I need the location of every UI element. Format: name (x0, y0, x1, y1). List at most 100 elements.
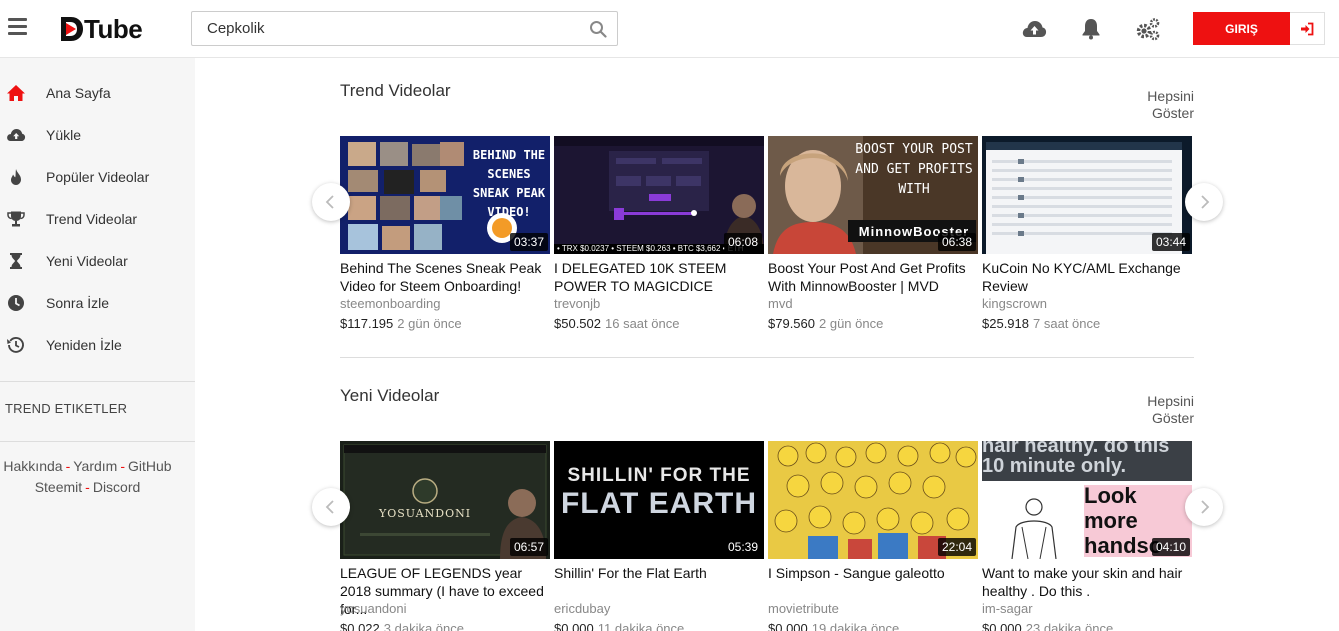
about-link[interactable]: Hakkında (3, 458, 62, 474)
video-thumbnail[interactable]: YOSUANDONI 06:57 (340, 441, 550, 559)
sidebar-item-label: Yeniden İzle (46, 337, 122, 353)
video-duration: 04:10 (1151, 538, 1190, 556)
steemit-link[interactable]: Steemit (35, 479, 82, 495)
video-payout: $0.022 (340, 621, 380, 631)
sidebar-item-home[interactable]: Ana Sayfa (0, 72, 195, 114)
sidebar-item-watch-later[interactable]: Sonra İzle (0, 282, 195, 324)
chevron-right-icon (1201, 195, 1210, 209)
sidebar-item-label: Yeni Videolar (46, 253, 128, 269)
video-duration: 05:39 (723, 538, 762, 556)
video-duration: 22:04 (937, 538, 976, 556)
sidebar-item-popular[interactable]: Popüler Videolar (0, 156, 195, 198)
help-link[interactable]: Yardım (73, 458, 117, 474)
chevron-left-icon (325, 195, 334, 209)
sidebar-divider (0, 441, 195, 442)
settings-gears-icon[interactable] (1135, 16, 1161, 42)
video-title[interactable]: I Simpson - Sangue galeotto (768, 564, 978, 582)
video-author[interactable]: ericdubay (554, 601, 610, 616)
sidebar-item-label: Yükle (46, 127, 82, 143)
video-payout: $0.000 (554, 621, 594, 631)
video-thumbnail[interactable]: 22:04 (768, 441, 978, 559)
video-author[interactable]: steemonboarding (340, 296, 440, 311)
video-age: 19 dakika önce (811, 621, 900, 631)
video-author[interactable]: movietribute (768, 601, 839, 616)
video-age: 2 gün önce (819, 316, 884, 331)
thumbnail-caption: BOOST YOUR POST AND GET PROFITS WITH (855, 142, 973, 197)
history-icon (7, 336, 24, 353)
video-author[interactable]: trevonjb (554, 296, 600, 311)
sign-in-icon[interactable] (1300, 22, 1314, 36)
video-title[interactable]: Shillin' For the Flat Earth (554, 564, 764, 582)
video-title[interactable]: I DELEGATED 10K STEEM POWER TO MAGICDICE (554, 259, 764, 295)
video-title[interactable]: Want to make your skin and hair healthy … (982, 564, 1192, 600)
video-age: 16 saat önce (605, 316, 680, 331)
sidebar-divider (0, 381, 195, 382)
fire-icon (11, 169, 21, 185)
login-button-label[interactable]: GIRIŞ (1193, 12, 1290, 45)
dtube-logo[interactable]: Tube (61, 14, 143, 44)
trophy-icon (7, 211, 25, 227)
trend-tags-heading: TREND ETIKETLER (5, 401, 128, 416)
thumbnail-caption-large: FLAT EARTH (560, 487, 758, 520)
section-divider (340, 357, 1194, 358)
video-age: 11 dakika önce (597, 621, 685, 631)
video-title[interactable]: KuCoin No KYC/AML Exchange Review (982, 259, 1192, 295)
sidebar-item-label: Trend Videolar (46, 211, 138, 227)
video-meta: $0.022 3 dakika önce (340, 621, 464, 631)
carousel-next-button[interactable] (1185, 488, 1223, 526)
video-author[interactable]: yosuandoni (340, 601, 407, 616)
video-author[interactable]: kingscrown (982, 296, 1047, 311)
video-author[interactable]: mvd (768, 296, 793, 311)
dtube-logo-icon (61, 17, 83, 41)
carousel-prev-button[interactable] (312, 183, 350, 221)
carousel-prev-button[interactable] (312, 488, 350, 526)
sidebar-item-upload[interactable]: Yükle (0, 114, 195, 156)
video-thumbnail[interactable]: hair healthy. do this 10 minute only. Lo… (982, 441, 1192, 559)
search-input[interactable] (192, 12, 582, 45)
video-meta: $50.502 16 saat önce (554, 316, 679, 331)
thumbnail-caption: BEHIND THE SCENES SNEAK PEAK VIDEO! (472, 148, 546, 219)
hamburger-menu-icon[interactable] (8, 18, 27, 36)
video-payout: $0.000 (982, 621, 1022, 631)
video-payout: $25.918 (982, 316, 1029, 331)
search-box (191, 11, 618, 46)
chevron-right-icon (1201, 500, 1210, 514)
video-thumbnail[interactable]: SHILLIN' FOR THE FLAT EARTH 05:39 (554, 441, 764, 559)
cloud-upload-icon[interactable] (1021, 16, 1047, 42)
logo-text: Tube (84, 14, 143, 44)
notification-bell-icon[interactable] (1078, 16, 1104, 42)
video-duration: 03:44 (1151, 233, 1190, 251)
video-author[interactable]: im-sagar (982, 601, 1033, 616)
discord-link[interactable]: Discord (93, 479, 140, 495)
home-icon (7, 85, 25, 101)
video-thumbnail[interactable]: BEHIND THE SCENES SNEAK PEAK VIDEO! 03:3… (340, 136, 550, 254)
video-title[interactable]: Boost Your Post And Get Profits With Min… (768, 259, 978, 295)
video-age: 2 gün önce (397, 316, 462, 331)
video-meta: $0.000 11 dakika önce (554, 621, 684, 631)
video-thumbnail[interactable]: 03:44 (982, 136, 1192, 254)
section-title-new: Yeni Videolar (340, 386, 440, 405)
show-all-new-link[interactable]: Hepsini Göster (1130, 393, 1194, 427)
login-button[interactable]: GIRIŞ (1193, 12, 1325, 45)
carousel-next-button[interactable] (1185, 183, 1223, 221)
section-title-trending: Trend Videolar (340, 81, 451, 100)
cloud-upload-icon (7, 129, 26, 141)
video-payout: $79.560 (768, 316, 815, 331)
show-all-trending-link[interactable]: Hepsini Göster (1130, 88, 1194, 122)
thumbnail-caption-2: 10 minute only. (982, 455, 1127, 477)
search-icon[interactable] (589, 20, 607, 38)
video-meta: $79.560 2 gün önce (768, 316, 883, 331)
clock-icon (8, 295, 24, 311)
video-thumbnail[interactable]: • TRX $0.0237 • STEEM $0.263 • BTC $3,66… (554, 136, 764, 254)
video-age: 7 saat önce (1033, 316, 1101, 331)
video-thumbnail[interactable]: BOOST YOUR POST AND GET PROFITS WITH Min… (768, 136, 978, 254)
video-duration: 03:37 (509, 233, 548, 251)
video-title[interactable]: Behind The Scenes Sneak Peak Video for S… (340, 259, 550, 295)
video-meta: $0.000 19 dakika önce (768, 621, 899, 631)
hourglass-icon (10, 253, 22, 269)
sidebar-item-trending[interactable]: Trend Videolar (0, 198, 195, 240)
sidebar-item-history[interactable]: Yeniden İzle (0, 324, 195, 366)
github-link[interactable]: GitHub (128, 458, 172, 474)
sidebar: Ana Sayfa Yükle Popüler Videolar Trend V… (0, 58, 195, 631)
sidebar-item-new[interactable]: Yeni Videolar (0, 240, 195, 282)
